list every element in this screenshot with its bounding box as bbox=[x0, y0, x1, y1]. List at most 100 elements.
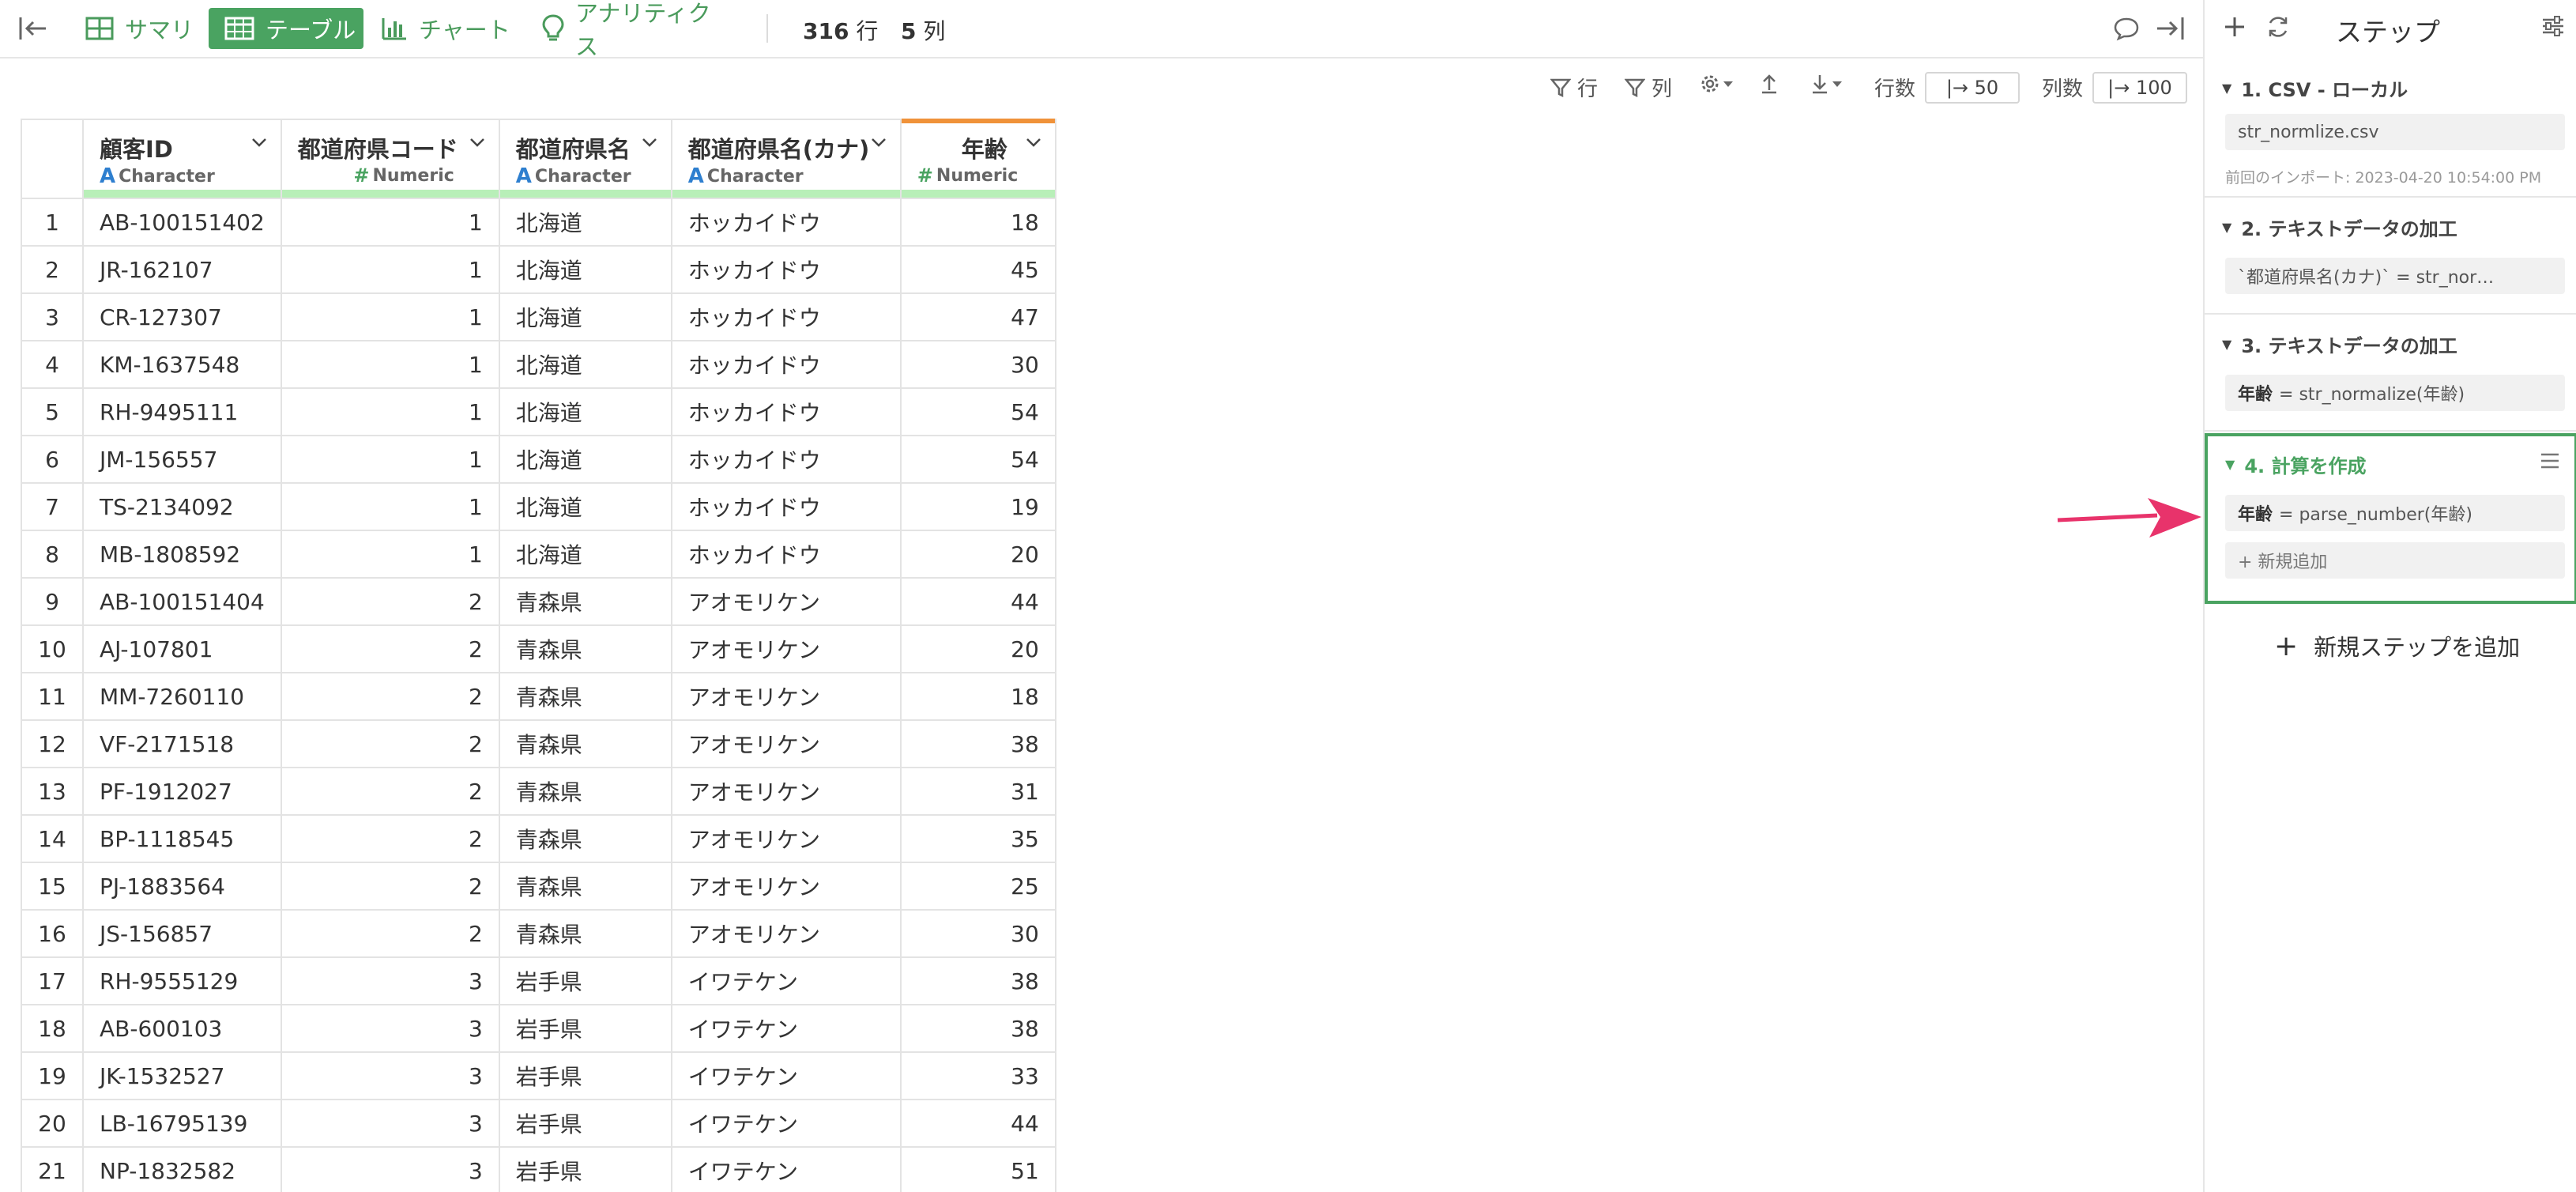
cell-prefecture-kana[interactable]: アオモリケン bbox=[670, 862, 902, 911]
download-dropdown[interactable] bbox=[1810, 73, 1844, 95]
chevron-down-icon[interactable] bbox=[469, 136, 486, 149]
cell-prefecture-name[interactable]: 北海道 bbox=[498, 435, 672, 484]
cell-customer-id[interactable]: JS-156857 bbox=[82, 909, 282, 958]
expand-triangle-icon[interactable]: ▼ bbox=[2222, 81, 2231, 96]
cell-prefecture-kana[interactable]: イワテケン bbox=[670, 1146, 902, 1192]
step-1[interactable]: ▼ 1. CSV - ローカル str_normlize.csv 前回のインポート… bbox=[2205, 58, 2576, 198]
cell-prefecture-code[interactable]: 1 bbox=[280, 292, 500, 341]
cell-prefecture-code[interactable]: 1 bbox=[280, 198, 500, 247]
cell-age[interactable]: 31 bbox=[899, 767, 1056, 816]
row-filter-button[interactable]: 行 bbox=[1550, 73, 1598, 102]
cell-prefecture-name[interactable]: 青森県 bbox=[498, 672, 672, 721]
sliders-icon[interactable] bbox=[2541, 14, 2565, 38]
cell-prefecture-name[interactable]: 青森県 bbox=[498, 814, 672, 863]
comment-icon[interactable] bbox=[2111, 14, 2141, 43]
step-title[interactable]: ▼ 1. CSV - ローカル bbox=[2222, 74, 2408, 102]
cell-age[interactable]: 38 bbox=[899, 956, 1056, 1005]
cell-customer-id[interactable]: JK-1532527 bbox=[82, 1051, 282, 1100]
cell-age[interactable]: 18 bbox=[899, 672, 1056, 721]
cell-prefecture-kana[interactable]: アオモリケン bbox=[670, 719, 902, 768]
cell-age[interactable]: 38 bbox=[899, 719, 1056, 768]
cell-prefecture-code[interactable]: 3 bbox=[280, 1004, 500, 1053]
cell-prefecture-code[interactable]: 2 bbox=[280, 624, 500, 673]
cell-prefecture-kana[interactable]: アオモリケン bbox=[670, 624, 902, 673]
cell-prefecture-name[interactable]: 北海道 bbox=[498, 292, 672, 341]
cell-prefecture-kana[interactable]: アオモリケン bbox=[670, 814, 902, 863]
cell-prefecture-kana[interactable]: アオモリケン bbox=[670, 767, 902, 816]
cell-age[interactable]: 51 bbox=[899, 1146, 1056, 1192]
cell-prefecture-code[interactable]: 1 bbox=[280, 387, 500, 436]
cell-prefecture-code[interactable]: 2 bbox=[280, 767, 500, 816]
cell-customer-id[interactable]: CR-127307 bbox=[82, 292, 282, 341]
step-title[interactable]: ▼ 4. 計算を作成 bbox=[2225, 451, 2366, 478]
cell-prefecture-code[interactable]: 2 bbox=[280, 909, 500, 958]
cell-customer-id[interactable]: PJ-1883564 bbox=[82, 862, 282, 911]
cell-customer-id[interactable]: PF-1912027 bbox=[82, 767, 282, 816]
cell-prefecture-kana[interactable]: ホッカイドウ bbox=[670, 340, 902, 389]
cell-prefecture-code[interactable]: 1 bbox=[280, 245, 500, 294]
cell-age[interactable]: 30 bbox=[899, 340, 1056, 389]
cell-prefecture-code[interactable]: 2 bbox=[280, 719, 500, 768]
cell-prefecture-code[interactable]: 3 bbox=[280, 1146, 500, 1192]
cell-age[interactable]: 44 bbox=[899, 1099, 1056, 1148]
collapse-right-icon[interactable] bbox=[2156, 14, 2186, 43]
cell-prefecture-name[interactable]: 岩手県 bbox=[498, 1146, 672, 1192]
cell-prefecture-code[interactable]: 3 bbox=[280, 1051, 500, 1100]
cell-age[interactable]: 54 bbox=[899, 387, 1056, 436]
cell-customer-id[interactable]: NP-1832582 bbox=[82, 1146, 282, 1192]
cell-prefecture-name[interactable]: 北海道 bbox=[498, 198, 672, 247]
cell-age[interactable]: 19 bbox=[899, 482, 1056, 531]
expand-triangle-icon[interactable]: ▼ bbox=[2222, 220, 2231, 235]
cell-prefecture-code[interactable]: 1 bbox=[280, 482, 500, 531]
add-new-button[interactable]: + 新規追加 bbox=[2225, 542, 2565, 579]
cell-age[interactable]: 18 bbox=[899, 198, 1056, 247]
cell-prefecture-name[interactable]: 北海道 bbox=[498, 245, 672, 294]
cell-prefecture-code[interactable]: 1 bbox=[280, 435, 500, 484]
cell-prefecture-name[interactable]: 北海道 bbox=[498, 482, 672, 531]
column-header-prefecture-name[interactable]: 都道府県名 A Character bbox=[498, 119, 672, 199]
cell-customer-id[interactable]: MM-7260110 bbox=[82, 672, 282, 721]
tab-summary[interactable]: サマリ bbox=[82, 8, 201, 49]
rows-limit-input[interactable]: |→ 50 bbox=[1925, 72, 2020, 104]
cell-prefecture-name[interactable]: 青森県 bbox=[498, 909, 672, 958]
cell-age[interactable]: 25 bbox=[899, 862, 1056, 911]
settings-dropdown[interactable] bbox=[1699, 73, 1735, 95]
cell-prefecture-name[interactable]: 青森県 bbox=[498, 767, 672, 816]
cell-age[interactable]: 38 bbox=[899, 1004, 1056, 1053]
cell-prefecture-kana[interactable]: ホッカイドウ bbox=[670, 387, 902, 436]
cell-customer-id[interactable]: AB-100151404 bbox=[82, 577, 282, 626]
upload-button[interactable] bbox=[1759, 73, 1779, 95]
step-title[interactable]: ▼ 3. テキストデータの加工 bbox=[2222, 330, 2457, 358]
cell-age[interactable]: 47 bbox=[899, 292, 1056, 341]
cell-prefecture-kana[interactable]: ホッカイドウ bbox=[670, 435, 902, 484]
cell-prefecture-code[interactable]: 2 bbox=[280, 672, 500, 721]
step-detail[interactable]: `都道府県名(カナ)` = str_nor… bbox=[2225, 258, 2565, 294]
cell-prefecture-code[interactable]: 1 bbox=[280, 530, 500, 579]
cell-prefecture-code[interactable]: 3 bbox=[280, 956, 500, 1005]
tab-chart[interactable]: チャート bbox=[381, 8, 523, 49]
step-4[interactable]: ▼ 4. 計算を作成 年齢 = parse_number(年齢) + 新規追加 bbox=[2205, 433, 2576, 604]
cell-customer-id[interactable]: RH-9555129 bbox=[82, 956, 282, 1005]
step-detail[interactable]: 年齢 = parse_number(年齢) bbox=[2225, 495, 2565, 531]
cell-prefecture-name[interactable]: 岩手県 bbox=[498, 956, 672, 1005]
cell-customer-id[interactable]: KM-1637548 bbox=[82, 340, 282, 389]
cell-customer-id[interactable]: VF-2171518 bbox=[82, 719, 282, 768]
cell-age[interactable]: 20 bbox=[899, 530, 1056, 579]
cell-prefecture-name[interactable]: 北海道 bbox=[498, 530, 672, 579]
plus-icon[interactable] bbox=[2222, 14, 2247, 40]
cell-prefecture-kana[interactable]: アオモリケン bbox=[670, 672, 902, 721]
cell-prefecture-name[interactable]: 青森県 bbox=[498, 624, 672, 673]
cell-customer-id[interactable]: JR-162107 bbox=[82, 245, 282, 294]
cell-customer-id[interactable]: MB-1808592 bbox=[82, 530, 282, 579]
column-filter-button[interactable]: 列 bbox=[1625, 73, 1672, 102]
cell-age[interactable]: 54 bbox=[899, 435, 1056, 484]
step-2[interactable]: ▼ 2. テキストデータの加工 `都道府県名(カナ)` = str_nor… bbox=[2205, 198, 2576, 315]
chevron-down-icon[interactable] bbox=[641, 136, 658, 149]
cell-prefecture-code[interactable]: 2 bbox=[280, 577, 500, 626]
cell-prefecture-code[interactable]: 2 bbox=[280, 862, 500, 911]
cell-prefecture-code[interactable]: 1 bbox=[280, 340, 500, 389]
cell-prefecture-kana[interactable]: イワテケン bbox=[670, 1004, 902, 1053]
step-detail[interactable]: str_normlize.csv bbox=[2225, 114, 2565, 150]
collapse-left-icon[interactable] bbox=[17, 14, 49, 43]
tab-table[interactable]: テーブル bbox=[209, 8, 363, 49]
